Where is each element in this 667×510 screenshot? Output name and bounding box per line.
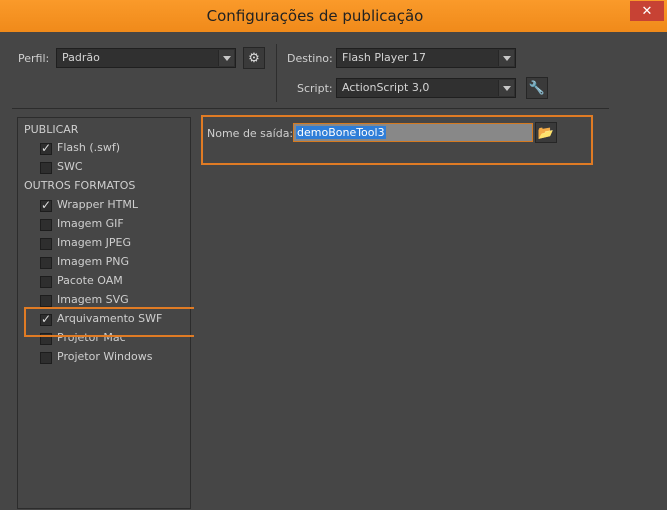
target-label: Destino:	[287, 52, 333, 65]
chevron-down-icon	[498, 80, 514, 96]
checkbox-box[interactable]	[40, 352, 52, 364]
profile-label: Perfil:	[18, 52, 50, 65]
script-settings-button[interactable]: 🔧	[526, 77, 548, 99]
checkbox-label: Pacote OAM	[57, 274, 123, 287]
profile-options-button[interactable]: ⚙	[243, 47, 265, 69]
checkbox-label: Flash (.swf)	[57, 141, 121, 154]
wrench-icon: 🔧	[528, 80, 546, 95]
checkbox-box[interactable]	[40, 238, 52, 250]
publish-heading: PUBLICAR	[24, 123, 79, 136]
checkbox-box[interactable]	[40, 276, 52, 288]
window-title: Configurações de publicação	[206, 7, 424, 25]
title-bar: Configurações de publicação ✕	[0, 0, 667, 32]
gear-icon: ⚙	[248, 50, 260, 65]
target-value: Flash Player 17	[342, 51, 427, 64]
checkbox-label: Projetor Windows	[57, 350, 153, 363]
checkbox-label: Imagem SVG	[57, 293, 129, 306]
script-label: Script:	[297, 82, 333, 95]
profile-value: Padrão	[62, 51, 100, 64]
other-formats-heading: OUTROS FORMATOS	[24, 179, 136, 192]
checkbox-label: SWC	[57, 160, 83, 173]
checkbox-box[interactable]	[40, 141, 52, 155]
header-separator	[276, 44, 277, 102]
annotation-highlight-swf-archive	[24, 307, 220, 337]
chevron-down-icon	[218, 50, 234, 66]
dialog-body: Perfil: Padrão ⚙ Destino: Flash Player 1…	[0, 32, 667, 510]
close-button[interactable]: ✕	[630, 1, 664, 21]
checkbox-label: Imagem GIF	[57, 217, 124, 230]
profile-dropdown[interactable]: Padrão	[56, 48, 236, 68]
script-dropdown[interactable]: ActionScript 3,0	[336, 78, 516, 98]
section-divider	[12, 108, 609, 109]
settings-panel	[194, 117, 664, 507]
checkbox-box[interactable]	[40, 162, 52, 174]
script-value: ActionScript 3,0	[342, 81, 430, 94]
checkbox-box[interactable]	[40, 198, 52, 212]
checkbox-box[interactable]	[40, 257, 52, 269]
checkbox-box[interactable]	[40, 295, 52, 307]
chevron-down-icon	[498, 50, 514, 66]
annotation-highlight-output-name	[201, 115, 593, 165]
target-dropdown[interactable]: Flash Player 17	[336, 48, 516, 68]
checkbox-label: Imagem JPEG	[57, 236, 132, 249]
checkbox-box[interactable]	[40, 219, 52, 231]
checkbox-label: Wrapper HTML	[57, 198, 139, 211]
checkbox-label: Imagem PNG	[57, 255, 130, 268]
